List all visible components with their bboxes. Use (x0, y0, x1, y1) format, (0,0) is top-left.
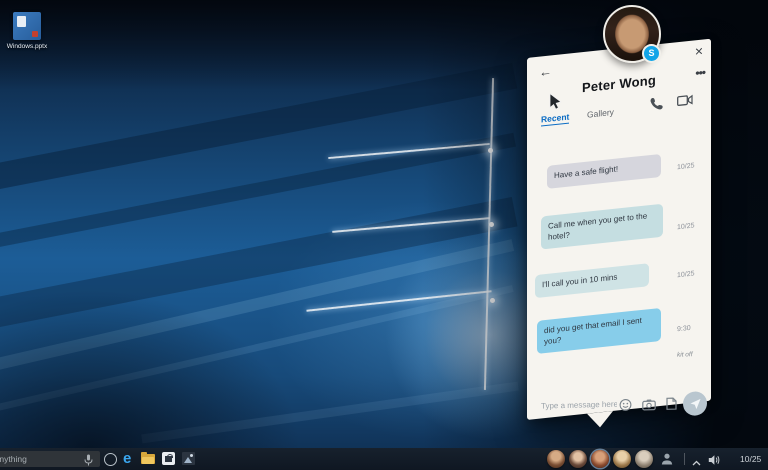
microphone-icon[interactable] (84, 453, 93, 470)
taskbar-contact-1[interactable] (547, 450, 565, 468)
file-explorer-icon[interactable] (141, 452, 155, 464)
tray-divider (684, 453, 685, 465)
skype-chat-flyout: S ← × ••• Peter Wong Recent Gallery Have… (527, 4, 711, 429)
taskbar-clock[interactable]: 10/25 (740, 448, 761, 470)
taskbar: Ask me anything e 10/25 (0, 448, 768, 470)
powerpoint-file-icon (13, 12, 41, 40)
skype-presence-badge: S (642, 43, 661, 63)
message-timestamp: 10/25 (677, 222, 695, 232)
taskbar-contact-5[interactable] (635, 450, 653, 468)
send-button[interactable] (683, 391, 707, 416)
message-timestamp: 10/25 (677, 162, 695, 172)
edge-icon[interactable]: e (123, 450, 131, 467)
volume-icon[interactable] (708, 453, 721, 470)
camera-icon[interactable] (642, 398, 656, 416)
desktop-file-icon[interactable]: Windows.pptx (4, 12, 50, 50)
store-icon[interactable] (162, 452, 175, 465)
taskbar-contact-3[interactable] (591, 450, 609, 468)
tab-recent[interactable]: Recent (541, 111, 570, 127)
video-camera-icon[interactable] (677, 93, 693, 113)
wallpaper-shade-corner (0, 290, 300, 470)
message-composer (527, 389, 711, 422)
chat-message-bubble: I'll call you in 10 mins (535, 263, 649, 298)
message-timestamp: 10/25 (677, 270, 695, 280)
tab-gallery[interactable]: Gallery (587, 107, 614, 120)
cortana-icon[interactable] (104, 453, 117, 466)
chat-message-bubble: did you get that email I sent you? (537, 307, 661, 354)
emoji-icon[interactable] (619, 398, 632, 416)
chat-message-bubble: Call me when you get to the hotel? (541, 203, 663, 250)
file-attach-icon[interactable] (666, 397, 677, 415)
chevron-up-icon[interactable] (692, 454, 701, 470)
desktop-file-label: Windows.pptx (6, 43, 48, 50)
back-arrow-icon[interactable]: ← (539, 63, 552, 79)
chat-message-bubble: Have a safe flight! (547, 153, 661, 189)
message-status-note: kit off (677, 351, 693, 359)
desktop-screen: Windows.pptx S ← × ••• Peter Wong Recent… (0, 0, 768, 470)
contact-avatar[interactable]: S (603, 4, 661, 63)
message-timestamp: 9:30 (677, 324, 691, 334)
photos-icon[interactable] (182, 452, 195, 465)
close-icon[interactable]: × (695, 43, 703, 60)
people-icon[interactable] (660, 452, 674, 470)
message-input[interactable] (539, 398, 619, 412)
taskbar-contact-4[interactable] (613, 450, 631, 468)
taskbar-contact-2[interactable] (569, 450, 587, 468)
phone-icon[interactable] (649, 96, 663, 116)
